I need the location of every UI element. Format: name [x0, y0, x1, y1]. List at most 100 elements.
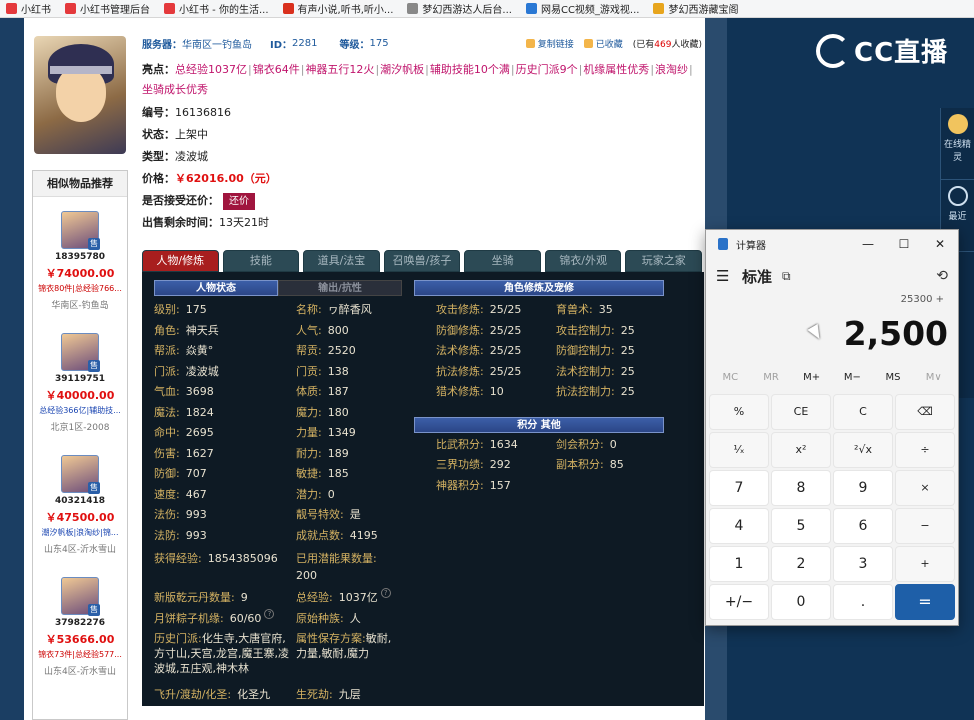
keep-on-top-icon[interactable]: ⧉	[782, 269, 791, 284]
stat-row: 防御修炼: 25/25 攻击控制力: 25	[436, 321, 664, 342]
counter-offer-button[interactable]: 还价	[223, 193, 255, 210]
stat-label: 体质:	[296, 385, 322, 398]
similar-item-tags[interactable]: 锦衣73件|总经验577...	[33, 649, 127, 660]
memory-m-button[interactable]: M−	[832, 372, 873, 383]
time-left-label: 出售剩余时间：	[142, 216, 219, 229]
stat-cell: 门贡: 138	[296, 362, 349, 383]
stat-label: 法术控制力:	[556, 364, 615, 378]
digit-7-key[interactable]: 7	[709, 470, 769, 506]
xiaohongshu-icon	[65, 3, 76, 14]
stat-label: 潜力:	[296, 487, 322, 501]
minimize-button[interactable]: —	[850, 237, 886, 251]
similar-item[interactable]: 售 39119751 ￥40000.00 总经验366亿|辅助技... 北京1区-200…	[33, 319, 127, 441]
reciprocal-key[interactable]: ¹⁄ₓ	[709, 432, 769, 468]
digit-3-key[interactable]: 3	[833, 546, 893, 582]
bookmark-item[interactable]: 有声小说,听书,听小...	[282, 1, 393, 16]
cc-logo-text: CC直播	[854, 38, 949, 68]
multiply-key[interactable]: ×	[895, 470, 955, 506]
cc-side-online-elf[interactable]: 在线精灵	[941, 108, 974, 180]
link-icon	[525, 39, 535, 48]
bookmark-item[interactable]: 梦幻西游达人后台...	[407, 1, 512, 16]
tab-2[interactable]: 道具/法宝	[303, 250, 380, 272]
collected-button[interactable]: 已收藏	[583, 37, 623, 50]
equals-key[interactable]: =	[895, 584, 955, 620]
stat-value: 467	[185, 487, 207, 501]
stat-row: 角色: 神天兵 人气: 800	[154, 321, 402, 342]
copy-link-button[interactable]: 复制链接	[525, 37, 574, 50]
highlight-tag[interactable]: 机缘属性优秀	[583, 63, 649, 76]
decimal-key[interactable]: .	[833, 584, 893, 620]
stat-cell: 猎术修炼: 10	[436, 382, 556, 403]
similar-item-server: 山东4区-沂水雪山	[44, 667, 116, 677]
similar-item-price: ￥47500.00	[45, 511, 115, 524]
counter-offer-row: 是否接受还价： 还价	[142, 190, 702, 212]
similar-item[interactable]: 售 18395780 ￥74000.00 锦衣80件|总经验766... 华南区-钓鱼岛	[33, 197, 127, 319]
header-character-status[interactable]: 人物状态	[154, 280, 278, 296]
digit-1-key[interactable]: 1	[709, 546, 769, 582]
divide-key[interactable]: ÷	[895, 432, 955, 468]
stat-value: 85	[609, 458, 624, 471]
highlights: 亮点：总经验1037亿|锦衣64件|神器五行12火|潮汐帆板|辅助技能10个满|…	[142, 60, 702, 100]
audio-icon	[282, 3, 294, 14]
highlight-tag[interactable]: 浪淘纱	[655, 63, 688, 76]
memory-m-button[interactable]: M+	[791, 372, 832, 383]
stat-row: 比武积分: 1634 剑会积分: 0	[436, 435, 664, 456]
highlight-tag[interactable]: 坐骑成长优秀	[142, 83, 208, 96]
maximize-button[interactable]: ☐	[886, 237, 922, 251]
status-row: 状态：上架中	[142, 124, 702, 146]
digit-5-key[interactable]: 5	[771, 508, 831, 544]
header-output-resistance[interactable]: 输出/抗性	[278, 280, 402, 296]
similar-item-tags[interactable]: 总经验366亿|辅助技...	[33, 405, 127, 416]
tab-4[interactable]: 坐骑	[464, 250, 541, 272]
digit-9-key[interactable]: 9	[833, 470, 893, 506]
percent-key[interactable]: %	[709, 394, 769, 430]
stat-label: 人气:	[296, 323, 322, 337]
stat-value: 2695	[185, 426, 214, 439]
history-icon[interactable]: ⟲	[936, 268, 948, 284]
stat-value: 25	[620, 364, 635, 378]
close-button[interactable]: ✕	[922, 237, 958, 251]
plus-key[interactable]: +	[895, 546, 955, 582]
highlight-tag[interactable]: 神器五行12火	[305, 63, 374, 76]
clear-entry-key[interactable]: CE	[771, 394, 831, 430]
tab-1[interactable]: 技能	[222, 250, 300, 272]
help-icon[interactable]: ?	[264, 608, 275, 619]
backspace-key[interactable]: ⌫	[895, 394, 955, 430]
digit-4-key[interactable]: 4	[709, 508, 769, 544]
clear-key[interactable]: C	[833, 394, 893, 430]
similar-item-tags[interactable]: 锦衣80件|总经验766...	[33, 283, 127, 294]
square-key[interactable]: x²	[771, 432, 831, 468]
calculator-titlebar[interactable]: 计算器 — ☐ ✕	[706, 230, 958, 258]
similar-item-tags[interactable]: 潮汐帆板|浪淘纱|锦...	[33, 527, 127, 538]
highlight-tag[interactable]: 潮汐帆板	[380, 63, 424, 76]
highlight-tag[interactable]: 历史门派9个	[516, 63, 578, 76]
digit-8-key[interactable]: 8	[771, 470, 831, 506]
highlight-tag[interactable]: 锦衣64件	[253, 63, 300, 76]
memory-ms-button[interactable]: MS	[873, 372, 914, 383]
bookmark-item[interactable]: 梦幻西游藏宝阁	[653, 1, 738, 16]
id-value: 2281	[292, 37, 318, 49]
tab-6[interactable]: 玩家之家	[625, 250, 703, 272]
highlight-tag[interactable]: 辅助技能10个满	[430, 63, 510, 76]
help-icon[interactable]: ?	[380, 588, 391, 598]
stat-value: 25/25	[489, 364, 522, 378]
digit-0-key[interactable]: 0	[771, 584, 831, 620]
qiankun-value: 9	[240, 591, 248, 604]
bookmark-item[interactable]: 网易CC视频_游戏视...	[525, 1, 639, 16]
highlight-tag[interactable]: 总经验1037亿	[175, 63, 247, 76]
similar-item[interactable]: 售 37982276 ￥53666.00 锦衣73件|总经验577... 山东4区-沂水…	[33, 563, 127, 685]
bookmark-item[interactable]: 小红书 - 你的生活...	[164, 1, 269, 16]
tab-0[interactable]: 人物/修炼	[142, 250, 219, 272]
tab-3[interactable]: 召唤兽/孩子	[383, 250, 461, 272]
bookmark-item[interactable]: 小红书管理后台	[65, 1, 150, 16]
minus-key[interactable]: −	[895, 508, 955, 544]
bookmark-item[interactable]: 小红书	[6, 1, 51, 16]
digit-2-key[interactable]: 2	[771, 546, 831, 582]
time-left-row: 出售剩余时间：13天21时	[142, 212, 702, 234]
negate-key[interactable]: +/−	[709, 584, 769, 620]
tab-5[interactable]: 锦衣/外观	[544, 250, 622, 272]
similar-item[interactable]: 售 40321418 ￥47500.00 潮汐帆板|浪淘纱|锦... 山东4区-沂水雪山	[33, 441, 127, 563]
menu-icon[interactable]: ☰	[716, 267, 738, 285]
sqrt-key[interactable]: ²√x	[833, 432, 893, 468]
digit-6-key[interactable]: 6	[833, 508, 893, 544]
